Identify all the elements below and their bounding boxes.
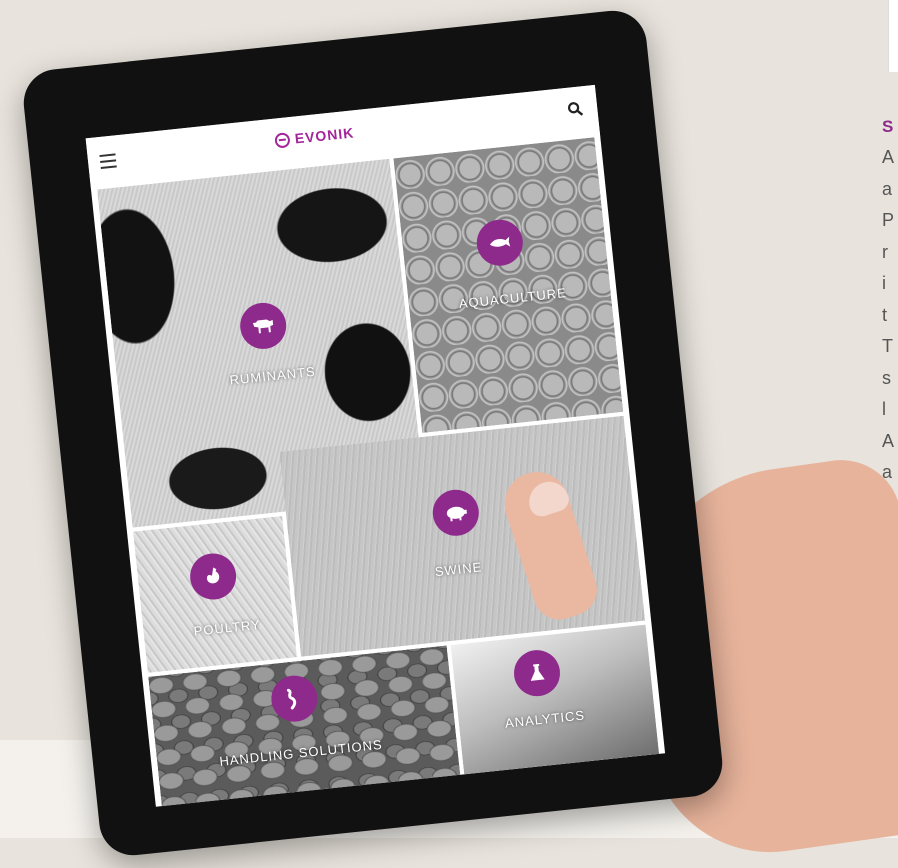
side-line: P xyxy=(882,210,895,230)
pellets-image xyxy=(148,645,461,807)
side-line: A xyxy=(882,147,895,167)
side-heading: S xyxy=(882,117,894,136)
side-line: t xyxy=(882,304,888,325)
tile-swine[interactable]: SWINE xyxy=(279,415,646,657)
side-line: A xyxy=(882,430,895,451)
top-right-box xyxy=(888,0,898,72)
search-icon[interactable] xyxy=(566,100,584,118)
side-line: a xyxy=(882,178,893,199)
evonik-logo-mark-icon xyxy=(274,131,291,149)
pig-skin-image xyxy=(279,415,646,657)
side-line: s xyxy=(882,367,891,388)
side-line: l xyxy=(882,399,886,419)
tablet-device: EVONIK RUMINANTS AQUACULTURE POULTRY SWI… xyxy=(20,7,726,859)
side-article: S A a P r i t T s l A a c xyxy=(882,112,898,520)
tablet-screen: EVONIK RUMINANTS AQUACULTURE POULTRY SWI… xyxy=(85,84,666,807)
side-line: r xyxy=(882,241,888,262)
brand-name: EVONIK xyxy=(293,124,355,147)
tile-aquaculture[interactable]: AQUACULTURE xyxy=(393,137,624,433)
evonik-logo[interactable]: EVONIK xyxy=(274,124,355,149)
lab-image xyxy=(450,624,660,775)
fish-scales-image xyxy=(393,137,624,433)
tile-poultry[interactable]: POULTRY xyxy=(132,515,298,673)
side-line: T xyxy=(882,336,893,356)
tile-analytics[interactable]: ANALYTICS xyxy=(450,624,660,775)
side-line: i xyxy=(882,273,886,293)
tile-handling-solutions[interactable]: HANDLING SOLUTIONS xyxy=(148,645,461,807)
hamburger-menu-icon[interactable] xyxy=(99,153,117,169)
